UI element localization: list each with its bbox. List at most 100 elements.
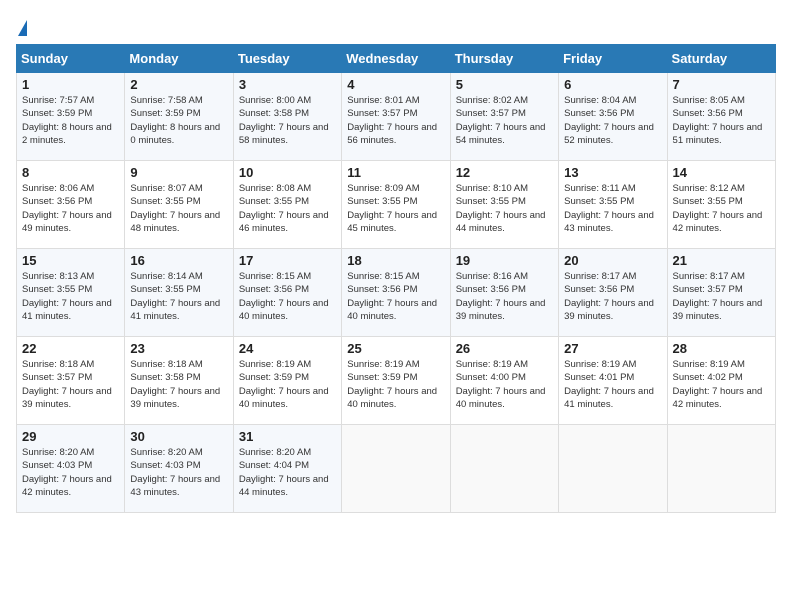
day-number: 27	[564, 341, 661, 356]
day-number: 30	[130, 429, 227, 444]
day-info: Sunrise: 8:07 AMSunset: 3:55 PMDaylight:…	[130, 182, 227, 235]
calendar-day-cell: 31Sunrise: 8:20 AMSunset: 4:04 PMDayligh…	[233, 425, 341, 513]
calendar-day-header: Friday	[559, 45, 667, 73]
calendar-day-header: Saturday	[667, 45, 775, 73]
day-info: Sunrise: 8:18 AMSunset: 3:57 PMDaylight:…	[22, 358, 119, 411]
day-info: Sunrise: 8:10 AMSunset: 3:55 PMDaylight:…	[456, 182, 553, 235]
calendar-day-cell	[342, 425, 450, 513]
day-info: Sunrise: 8:12 AMSunset: 3:55 PMDaylight:…	[673, 182, 770, 235]
day-number: 12	[456, 165, 553, 180]
calendar-day-cell: 25 Sunrise: 8:19 AMSunset: 3:59 PMDayligh…	[342, 337, 450, 425]
day-info: Sunrise: 8:16 AMSunset: 3:56 PMDaylight:…	[456, 270, 553, 323]
day-info: Sunrise: 8:00 AMSunset: 3:58 PMDaylight:…	[239, 94, 336, 147]
calendar-day-cell: 23 Sunrise: 8:18 AMSunset: 3:58 PMDayligh…	[125, 337, 233, 425]
day-info: Sunrise: 8:19 AMSunset: 4:01 PMDaylight:…	[564, 358, 661, 411]
day-info: Sunrise: 8:01 AMSunset: 3:57 PMDaylight:…	[347, 94, 444, 147]
day-number: 19	[456, 253, 553, 268]
calendar-day-cell: 30 Sunrise: 8:20 AMSunset: 4:03 PMDayligh…	[125, 425, 233, 513]
calendar-day-cell: 16 Sunrise: 8:14 AMSunset: 3:55 PMDayligh…	[125, 249, 233, 337]
day-info: Sunrise: 8:17 AMSunset: 3:56 PMDaylight:…	[564, 270, 661, 323]
day-number: 11	[347, 165, 444, 180]
day-number: 25	[347, 341, 444, 356]
day-info: Sunrise: 8:02 AMSunset: 3:57 PMDaylight:…	[456, 94, 553, 147]
day-number: 28	[673, 341, 770, 356]
day-number: 1	[22, 77, 119, 92]
day-info: Sunrise: 8:17 AMSunset: 3:57 PMDaylight:…	[673, 270, 770, 323]
day-number: 24	[239, 341, 336, 356]
day-number: 22	[22, 341, 119, 356]
calendar-header-row: SundayMondayTuesdayWednesdayThursdayFrid…	[17, 45, 776, 73]
day-number: 10	[239, 165, 336, 180]
calendar-week-row: 15 Sunrise: 8:13 AMSunset: 3:55 PMDayligh…	[17, 249, 776, 337]
calendar-day-cell: 7Sunrise: 8:05 AMSunset: 3:56 PMDaylight…	[667, 73, 775, 161]
calendar-day-cell: 15 Sunrise: 8:13 AMSunset: 3:55 PMDayligh…	[17, 249, 125, 337]
calendar-week-row: 22 Sunrise: 8:18 AMSunset: 3:57 PMDayligh…	[17, 337, 776, 425]
calendar-week-row: 8Sunrise: 8:06 AMSunset: 3:56 PMDaylight…	[17, 161, 776, 249]
calendar-day-cell: 1 Sunrise: 7:57 AMSunset: 3:59 PMDaylight…	[17, 73, 125, 161]
calendar-day-cell: 11 Sunrise: 8:09 AMSunset: 3:55 PMDayligh…	[342, 161, 450, 249]
calendar-day-cell: 4 Sunrise: 8:01 AMSunset: 3:57 PMDaylight…	[342, 73, 450, 161]
day-number: 29	[22, 429, 119, 444]
calendar-day-cell	[559, 425, 667, 513]
calendar-day-header: Monday	[125, 45, 233, 73]
day-info: Sunrise: 8:15 AMSunset: 3:56 PMDaylight:…	[347, 270, 444, 323]
day-info: Sunrise: 7:57 AMSunset: 3:59 PMDaylight:…	[22, 94, 119, 147]
calendar-week-row: 29 Sunrise: 8:20 AMSunset: 4:03 PMDayligh…	[17, 425, 776, 513]
day-info: Sunrise: 8:20 AMSunset: 4:04 PMDaylight:…	[239, 446, 336, 499]
page-header	[16, 16, 776, 38]
day-info: Sunrise: 8:15 AMSunset: 3:56 PMDaylight:…	[239, 270, 336, 323]
day-info: Sunrise: 8:09 AMSunset: 3:55 PMDaylight:…	[347, 182, 444, 235]
day-number: 9	[130, 165, 227, 180]
day-info: Sunrise: 8:20 AMSunset: 4:03 PMDaylight:…	[22, 446, 119, 499]
day-number: 18	[347, 253, 444, 268]
calendar-day-cell: 26Sunrise: 8:19 AMSunset: 4:00 PMDayligh…	[450, 337, 558, 425]
day-info: Sunrise: 8:19 AMSunset: 4:02 PMDaylight:…	[673, 358, 770, 411]
calendar-day-cell: 6Sunrise: 8:04 AMSunset: 3:56 PMDaylight…	[559, 73, 667, 161]
logo-triangle-icon	[18, 20, 27, 36]
calendar-table: SundayMondayTuesdayWednesdayThursdayFrid…	[16, 44, 776, 513]
day-number: 15	[22, 253, 119, 268]
calendar-day-cell: 5 Sunrise: 8:02 AMSunset: 3:57 PMDaylight…	[450, 73, 558, 161]
day-info: Sunrise: 8:13 AMSunset: 3:55 PMDaylight:…	[22, 270, 119, 323]
calendar-week-row: 1 Sunrise: 7:57 AMSunset: 3:59 PMDaylight…	[17, 73, 776, 161]
calendar-day-cell: 12 Sunrise: 8:10 AMSunset: 3:55 PMDayligh…	[450, 161, 558, 249]
day-info: Sunrise: 8:20 AMSunset: 4:03 PMDaylight:…	[130, 446, 227, 499]
day-number: 14	[673, 165, 770, 180]
day-info: Sunrise: 8:08 AMSunset: 3:55 PMDaylight:…	[239, 182, 336, 235]
calendar-day-cell: 21 Sunrise: 8:17 AMSunset: 3:57 PMDayligh…	[667, 249, 775, 337]
calendar-day-cell: 22 Sunrise: 8:18 AMSunset: 3:57 PMDayligh…	[17, 337, 125, 425]
day-number: 20	[564, 253, 661, 268]
day-number: 5	[456, 77, 553, 92]
calendar-day-header: Wednesday	[342, 45, 450, 73]
calendar-day-cell: 10 Sunrise: 8:08 AMSunset: 3:55 PMDayligh…	[233, 161, 341, 249]
calendar-day-cell: 29 Sunrise: 8:20 AMSunset: 4:03 PMDayligh…	[17, 425, 125, 513]
calendar-day-header: Sunday	[17, 45, 125, 73]
day-number: 17	[239, 253, 336, 268]
day-info: Sunrise: 8:14 AMSunset: 3:55 PMDaylight:…	[130, 270, 227, 323]
day-info: Sunrise: 8:18 AMSunset: 3:58 PMDaylight:…	[130, 358, 227, 411]
day-number: 23	[130, 341, 227, 356]
day-info: Sunrise: 8:04 AMSunset: 3:56 PMDaylight:…	[564, 94, 661, 147]
day-number: 4	[347, 77, 444, 92]
calendar-day-header: Tuesday	[233, 45, 341, 73]
calendar-day-cell: 9 Sunrise: 8:07 AMSunset: 3:55 PMDaylight…	[125, 161, 233, 249]
calendar-day-cell	[450, 425, 558, 513]
calendar-day-cell: 18 Sunrise: 8:15 AMSunset: 3:56 PMDayligh…	[342, 249, 450, 337]
day-number: 2	[130, 77, 227, 92]
day-number: 3	[239, 77, 336, 92]
day-number: 8	[22, 165, 119, 180]
calendar-day-cell: 14 Sunrise: 8:12 AMSunset: 3:55 PMDayligh…	[667, 161, 775, 249]
calendar-day-cell	[667, 425, 775, 513]
day-number: 21	[673, 253, 770, 268]
calendar-day-cell: 2 Sunrise: 7:58 AMSunset: 3:59 PMDaylight…	[125, 73, 233, 161]
day-info: Sunrise: 8:19 AMSunset: 4:00 PMDaylight:…	[456, 358, 553, 411]
day-number: 7	[673, 77, 770, 92]
calendar-day-cell: 17 Sunrise: 8:15 AMSunset: 3:56 PMDayligh…	[233, 249, 341, 337]
day-info: Sunrise: 7:58 AMSunset: 3:59 PMDaylight:…	[130, 94, 227, 147]
calendar-day-cell: 13Sunrise: 8:11 AMSunset: 3:55 PMDayligh…	[559, 161, 667, 249]
calendar-day-cell: 24Sunrise: 8:19 AMSunset: 3:59 PMDayligh…	[233, 337, 341, 425]
calendar-day-cell: 19 Sunrise: 8:16 AMSunset: 3:56 PMDayligh…	[450, 249, 558, 337]
day-number: 16	[130, 253, 227, 268]
calendar-day-cell: 27 Sunrise: 8:19 AMSunset: 4:01 PMDayligh…	[559, 337, 667, 425]
day-info: Sunrise: 8:19 AMSunset: 3:59 PMDaylight:…	[347, 358, 444, 411]
